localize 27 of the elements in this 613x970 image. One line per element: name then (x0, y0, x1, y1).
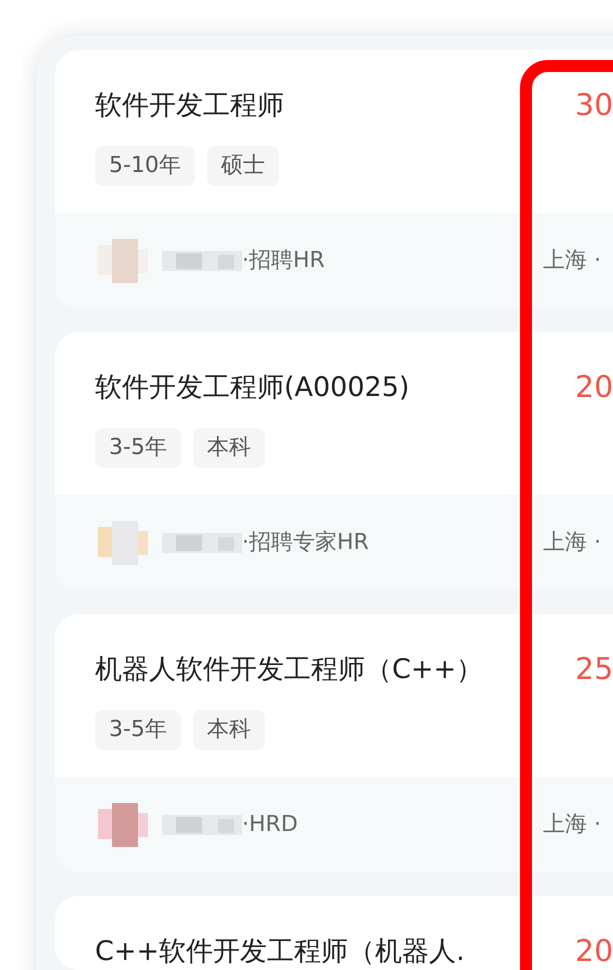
job-title: 软件开发工程师 (95, 89, 285, 123)
avatar-icon (98, 238, 148, 282)
salary-text: 20 (574, 370, 613, 407)
job-tag: 5-10年 (95, 146, 195, 186)
salary-text: 20 (574, 934, 613, 970)
job-tag: 3-5年 (95, 710, 181, 750)
job-tag: 硕士 (206, 146, 279, 186)
location-text: 上海 · (542, 247, 601, 275)
avatar-icon (98, 520, 148, 564)
avatar-icon (98, 802, 148, 846)
job-tag: 本科 (192, 710, 265, 750)
location-text: 上海 · (542, 811, 601, 839)
job-card[interactable]: 软件开发工程师 5-10年 硕士 30 ·招聘HR 上海 · (55, 50, 613, 308)
job-title: C++软件开发工程师（机器人. (95, 935, 466, 969)
job-card[interactable]: 机器人软件开发工程师（C++） 3-5年 本科 25 ·HRD 上海 · (55, 614, 613, 872)
recruiter-role: ·HRD (242, 811, 298, 839)
job-tag: 3-5年 (95, 428, 181, 468)
job-tag: 本科 (192, 428, 265, 468)
job-title: 软件开发工程师(A00025) (95, 371, 410, 405)
salary-text: 30 (574, 88, 613, 125)
job-card[interactable]: 软件开发工程师(A00025) 3-5年 本科 20 ·招聘专家HR 上海 · (55, 332, 613, 590)
location-text: 上海 · (542, 529, 601, 557)
recruiter-role: ·招聘专家HR (242, 529, 369, 557)
salary-text: 25 (574, 652, 613, 689)
recruiter-role: ·招聘HR (242, 247, 325, 275)
job-card[interactable]: C++软件开发工程师（机器人. 20 (55, 896, 613, 970)
job-title: 机器人软件开发工程师（C++） (95, 653, 484, 687)
